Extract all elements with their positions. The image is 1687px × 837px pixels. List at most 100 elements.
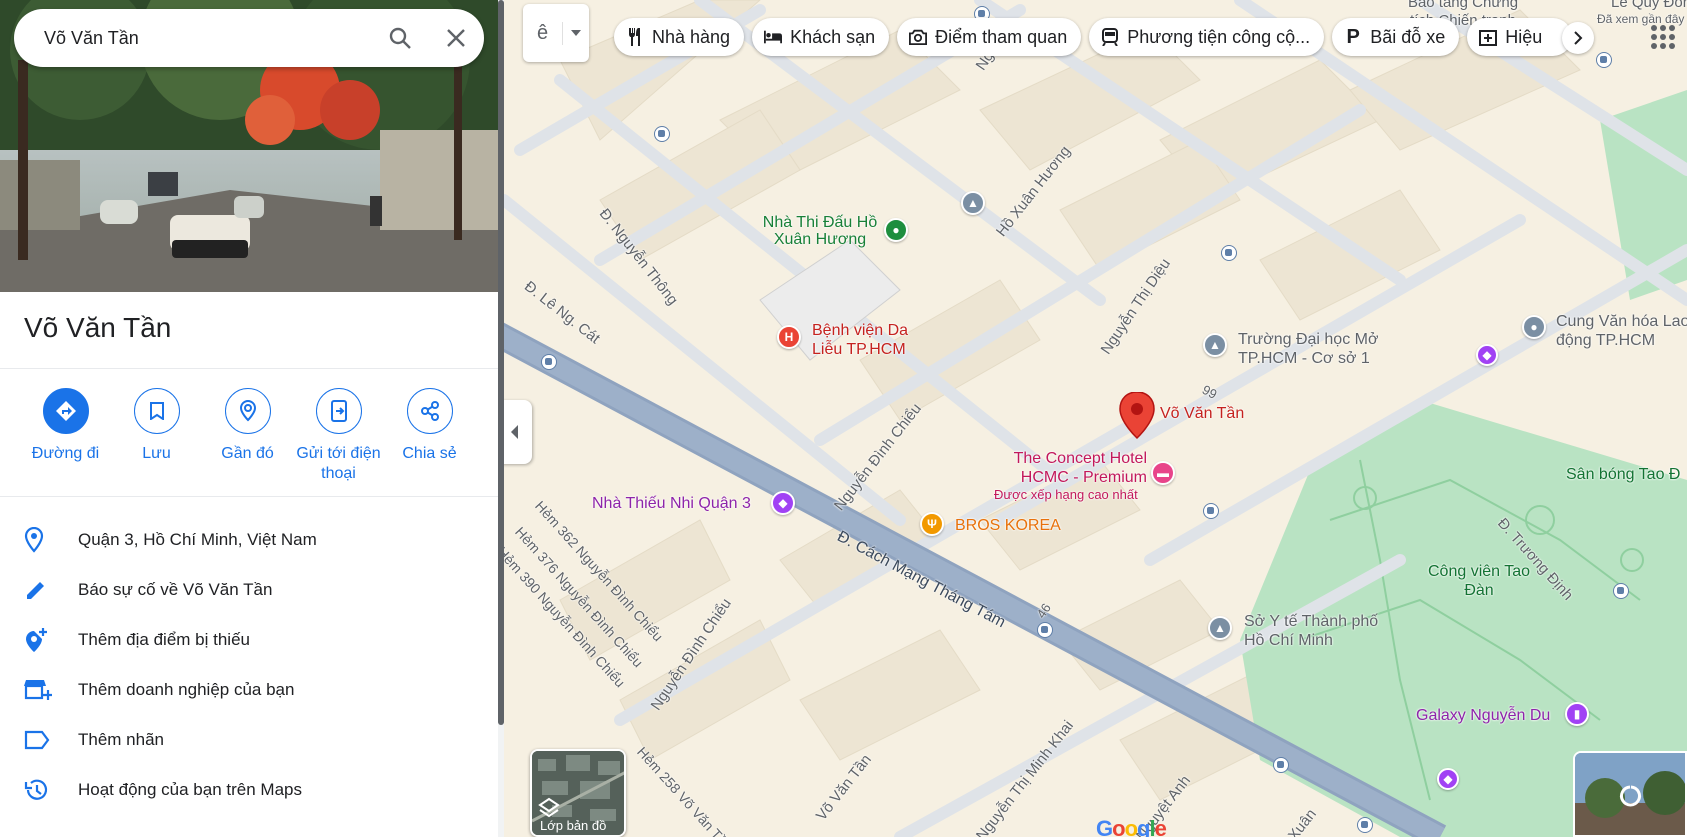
language-char[interactable]: ê (523, 21, 563, 45)
chip-label: Nhà hàng (652, 26, 731, 47)
chip-label: Khách sạn (790, 26, 876, 47)
search-box[interactable]: Võ Văn Tần (14, 9, 484, 67)
info-text: Hoạt động của bạn trên Maps (78, 780, 302, 799)
hospital-icon[interactable]: H (777, 325, 801, 349)
poi-label[interactable]: Công viên Tao Đàn (1424, 562, 1534, 600)
close-icon[interactable] (428, 10, 484, 66)
directions-icon[interactable] (42, 388, 89, 434)
search-input[interactable]: Võ Văn Tần (44, 28, 372, 49)
bus-stop-icon[interactable] (1596, 52, 1612, 68)
chip-parking[interactable]: P Bãi đỗ xe (1332, 18, 1460, 56)
bus-stop-icon[interactable] (1037, 622, 1053, 638)
chip-hotels[interactable]: Khách sạn (752, 18, 890, 56)
share-icon[interactable] (406, 388, 453, 434)
nearby-icon[interactable] (224, 388, 271, 434)
address-row[interactable]: Quận 3, Hồ Chí Minh, Việt Nam (0, 515, 498, 565)
poi-label[interactable]: Sân bóng Tao Đ (1566, 466, 1680, 484)
language-toggle[interactable]: ê (523, 4, 589, 62)
save-button[interactable]: Lưu (111, 388, 202, 484)
university-icon[interactable]: ▲ (1203, 333, 1227, 357)
bookmark-icon[interactable] (133, 388, 180, 434)
label-icon (0, 730, 78, 750)
layers-button[interactable]: Lớp bản đồ (530, 749, 626, 837)
street-view-thumbnail[interactable] (1573, 751, 1687, 837)
chip-attractions[interactable]: Điểm tham quan (897, 18, 1082, 56)
poi-label[interactable]: Nhà Thiếu Nhi Quận 3 (592, 495, 751, 513)
bus-stop-icon[interactable] (1613, 583, 1629, 599)
add-business-row[interactable]: Thêm doanh nghiệp của bạn (0, 665, 498, 715)
parking-icon: P (1346, 25, 1360, 48)
action-label: Lưu (142, 445, 171, 462)
add-business-icon (0, 678, 78, 702)
bus-stop-icon[interactable] (1273, 757, 1289, 773)
transit-icon (1101, 28, 1119, 46)
poi-label[interactable]: Sở Y tế Thành phố Hồ Chí Minh (1244, 612, 1394, 650)
google-logo: Google (1096, 816, 1167, 837)
poi-label[interactable]: Bệnh viện Da Liễu TP.HCM (812, 321, 932, 359)
apps-grid-icon[interactable] (1650, 24, 1676, 50)
add-label-row[interactable]: Thêm nhãn (0, 715, 498, 765)
info-text: Thêm địa điểm bị thiếu (78, 630, 250, 649)
add-missing-place-row[interactable]: Thêm địa điểm bị thiếu (0, 615, 498, 665)
theater-icon[interactable]: ◆ (1476, 344, 1498, 366)
divider (0, 496, 498, 497)
report-issue-row[interactable]: Báo sự cố về Võ Văn Tần (0, 565, 498, 615)
chip-transit[interactable]: Phương tiện công cộ... (1089, 18, 1325, 56)
poi-sublabel: Được xếp hạng cao nhất (994, 487, 1138, 502)
action-label: Chia sẻ (402, 445, 457, 462)
send-to-phone-icon[interactable] (315, 388, 362, 434)
action-label: Đường đi (31, 445, 100, 462)
hotel-icon[interactable]: ▬ (1151, 461, 1175, 485)
location-pin-marker[interactable] (1119, 392, 1155, 440)
maps-activity-row[interactable]: Hoạt động của bạn trên Maps (0, 765, 498, 815)
bus-stop-icon[interactable] (541, 354, 557, 370)
hotel-icon (764, 28, 783, 46)
share-button[interactable]: Chia sẻ (384, 388, 475, 484)
poi-label[interactable]: Galaxy Nguyễn Du (1416, 707, 1550, 725)
send-to-phone-button[interactable]: Gửi tới điện thoại (293, 388, 384, 484)
layers-icon (538, 797, 560, 818)
landmark-icon[interactable]: ● (1522, 315, 1546, 339)
restaurant-icon[interactable]: Ψ (920, 512, 944, 536)
poi-label[interactable]: Trường Đại học Mở TP.HCM - Cơ sở 1 (1238, 330, 1408, 368)
pencil-icon (0, 578, 78, 602)
bus-stop-icon[interactable] (654, 126, 670, 142)
chip-restaurants[interactable]: Nhà hàng (614, 18, 745, 56)
chip-pharmacy[interactable]: Hiệu (1467, 18, 1573, 56)
scrollbar-thumb[interactable] (498, 0, 504, 725)
theater-icon[interactable]: ◆ (771, 491, 795, 515)
search-icon[interactable] (372, 10, 428, 66)
bus-stop-icon[interactable] (1357, 817, 1373, 833)
poi-label[interactable]: Nhà Thi Đấu Hồ Xuân Hương (750, 214, 890, 248)
poi-label[interactable]: The Concept Hotel HCMC - Premium (995, 449, 1147, 487)
add-location-icon (0, 627, 78, 653)
bus-stop-icon[interactable] (1221, 245, 1237, 261)
chip-label: Phương tiện công cộ... (1127, 26, 1311, 47)
nearby-button[interactable]: Gần đó (202, 388, 293, 484)
chip-label: Bãi đỗ xe (1370, 26, 1446, 47)
google-logo-text: Google (1096, 816, 1167, 837)
school-icon[interactable]: ▲ (961, 191, 985, 215)
directions-button[interactable]: Đường đi (20, 388, 111, 484)
chevron-right-icon[interactable] (1562, 22, 1594, 54)
poi-label[interactable]: Cung Văn hóa Lao động TP.HCM (1556, 312, 1687, 350)
cinema-icon[interactable]: ▮ (1565, 702, 1589, 726)
info-text: Thêm doanh nghiệp của bạn (78, 680, 295, 699)
info-text: Quận 3, Hồ Chí Minh, Việt Nam (78, 530, 317, 549)
chevron-left-icon (510, 425, 518, 439)
history-icon (0, 778, 78, 802)
chip-label: Điểm tham quan (935, 26, 1068, 47)
place-side-panel: Võ Văn Tần Võ Văn Tần Đường đi Lưu Gần đ… (0, 0, 498, 837)
chevron-down-icon[interactable] (563, 30, 589, 36)
divider (0, 368, 498, 369)
pin-label[interactable]: Võ Văn Tần (1160, 405, 1244, 423)
action-label: Gần đó (221, 445, 274, 462)
bus-stop-icon[interactable] (1203, 503, 1219, 519)
category-chips: Nhà hàng Khách sạn Điểm tham quan Phương… (614, 18, 1573, 58)
theater-icon[interactable]: ◆ (1437, 768, 1459, 790)
poi-label[interactable]: BROS KOREA (955, 517, 1061, 535)
government-icon[interactable]: ▲ (1208, 616, 1232, 640)
camera-icon (909, 28, 928, 46)
place-info-list: Quận 3, Hồ Chí Minh, Việt Nam Báo sự cố … (0, 515, 498, 815)
chip-label: Hiệu (1505, 26, 1543, 47)
